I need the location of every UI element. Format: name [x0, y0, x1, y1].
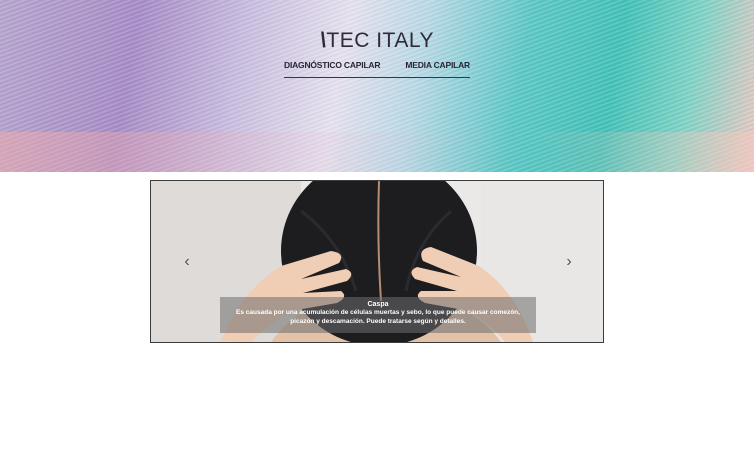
chevron-left-icon: ‹ [184, 253, 190, 270]
nav-item-diagnostico[interactable]: DIAGNÓSTICO CAPILAR [284, 60, 381, 76]
slide-description: Es causada por una acumulación de célula… [236, 309, 520, 325]
main-nav: DIAGNÓSTICO CAPILAR MEDIA CAPILAR [284, 60, 470, 76]
slide-title: Caspa [367, 301, 389, 308]
brand-name: TEC ITALY [326, 29, 434, 52]
nav-item-media[interactable]: MEDIA CAPILAR [405, 60, 470, 76]
header-banner: \TEC ITALY DIAGNÓSTICO CAPILAR MEDIA CAP… [0, 0, 754, 172]
carousel-prev-button[interactable]: ‹ [178, 253, 196, 271]
slide-caption: Caspa Es causada por una acumulación de … [220, 297, 536, 333]
chevron-right-icon: › [566, 253, 572, 270]
carousel-next-button[interactable]: › [560, 253, 578, 271]
image-carousel: ‹ › Caspa Es causada por una acumulación… [150, 180, 604, 343]
nav-underline [284, 77, 470, 78]
brand-logo[interactable]: \TEC ITALY [0, 29, 754, 53]
